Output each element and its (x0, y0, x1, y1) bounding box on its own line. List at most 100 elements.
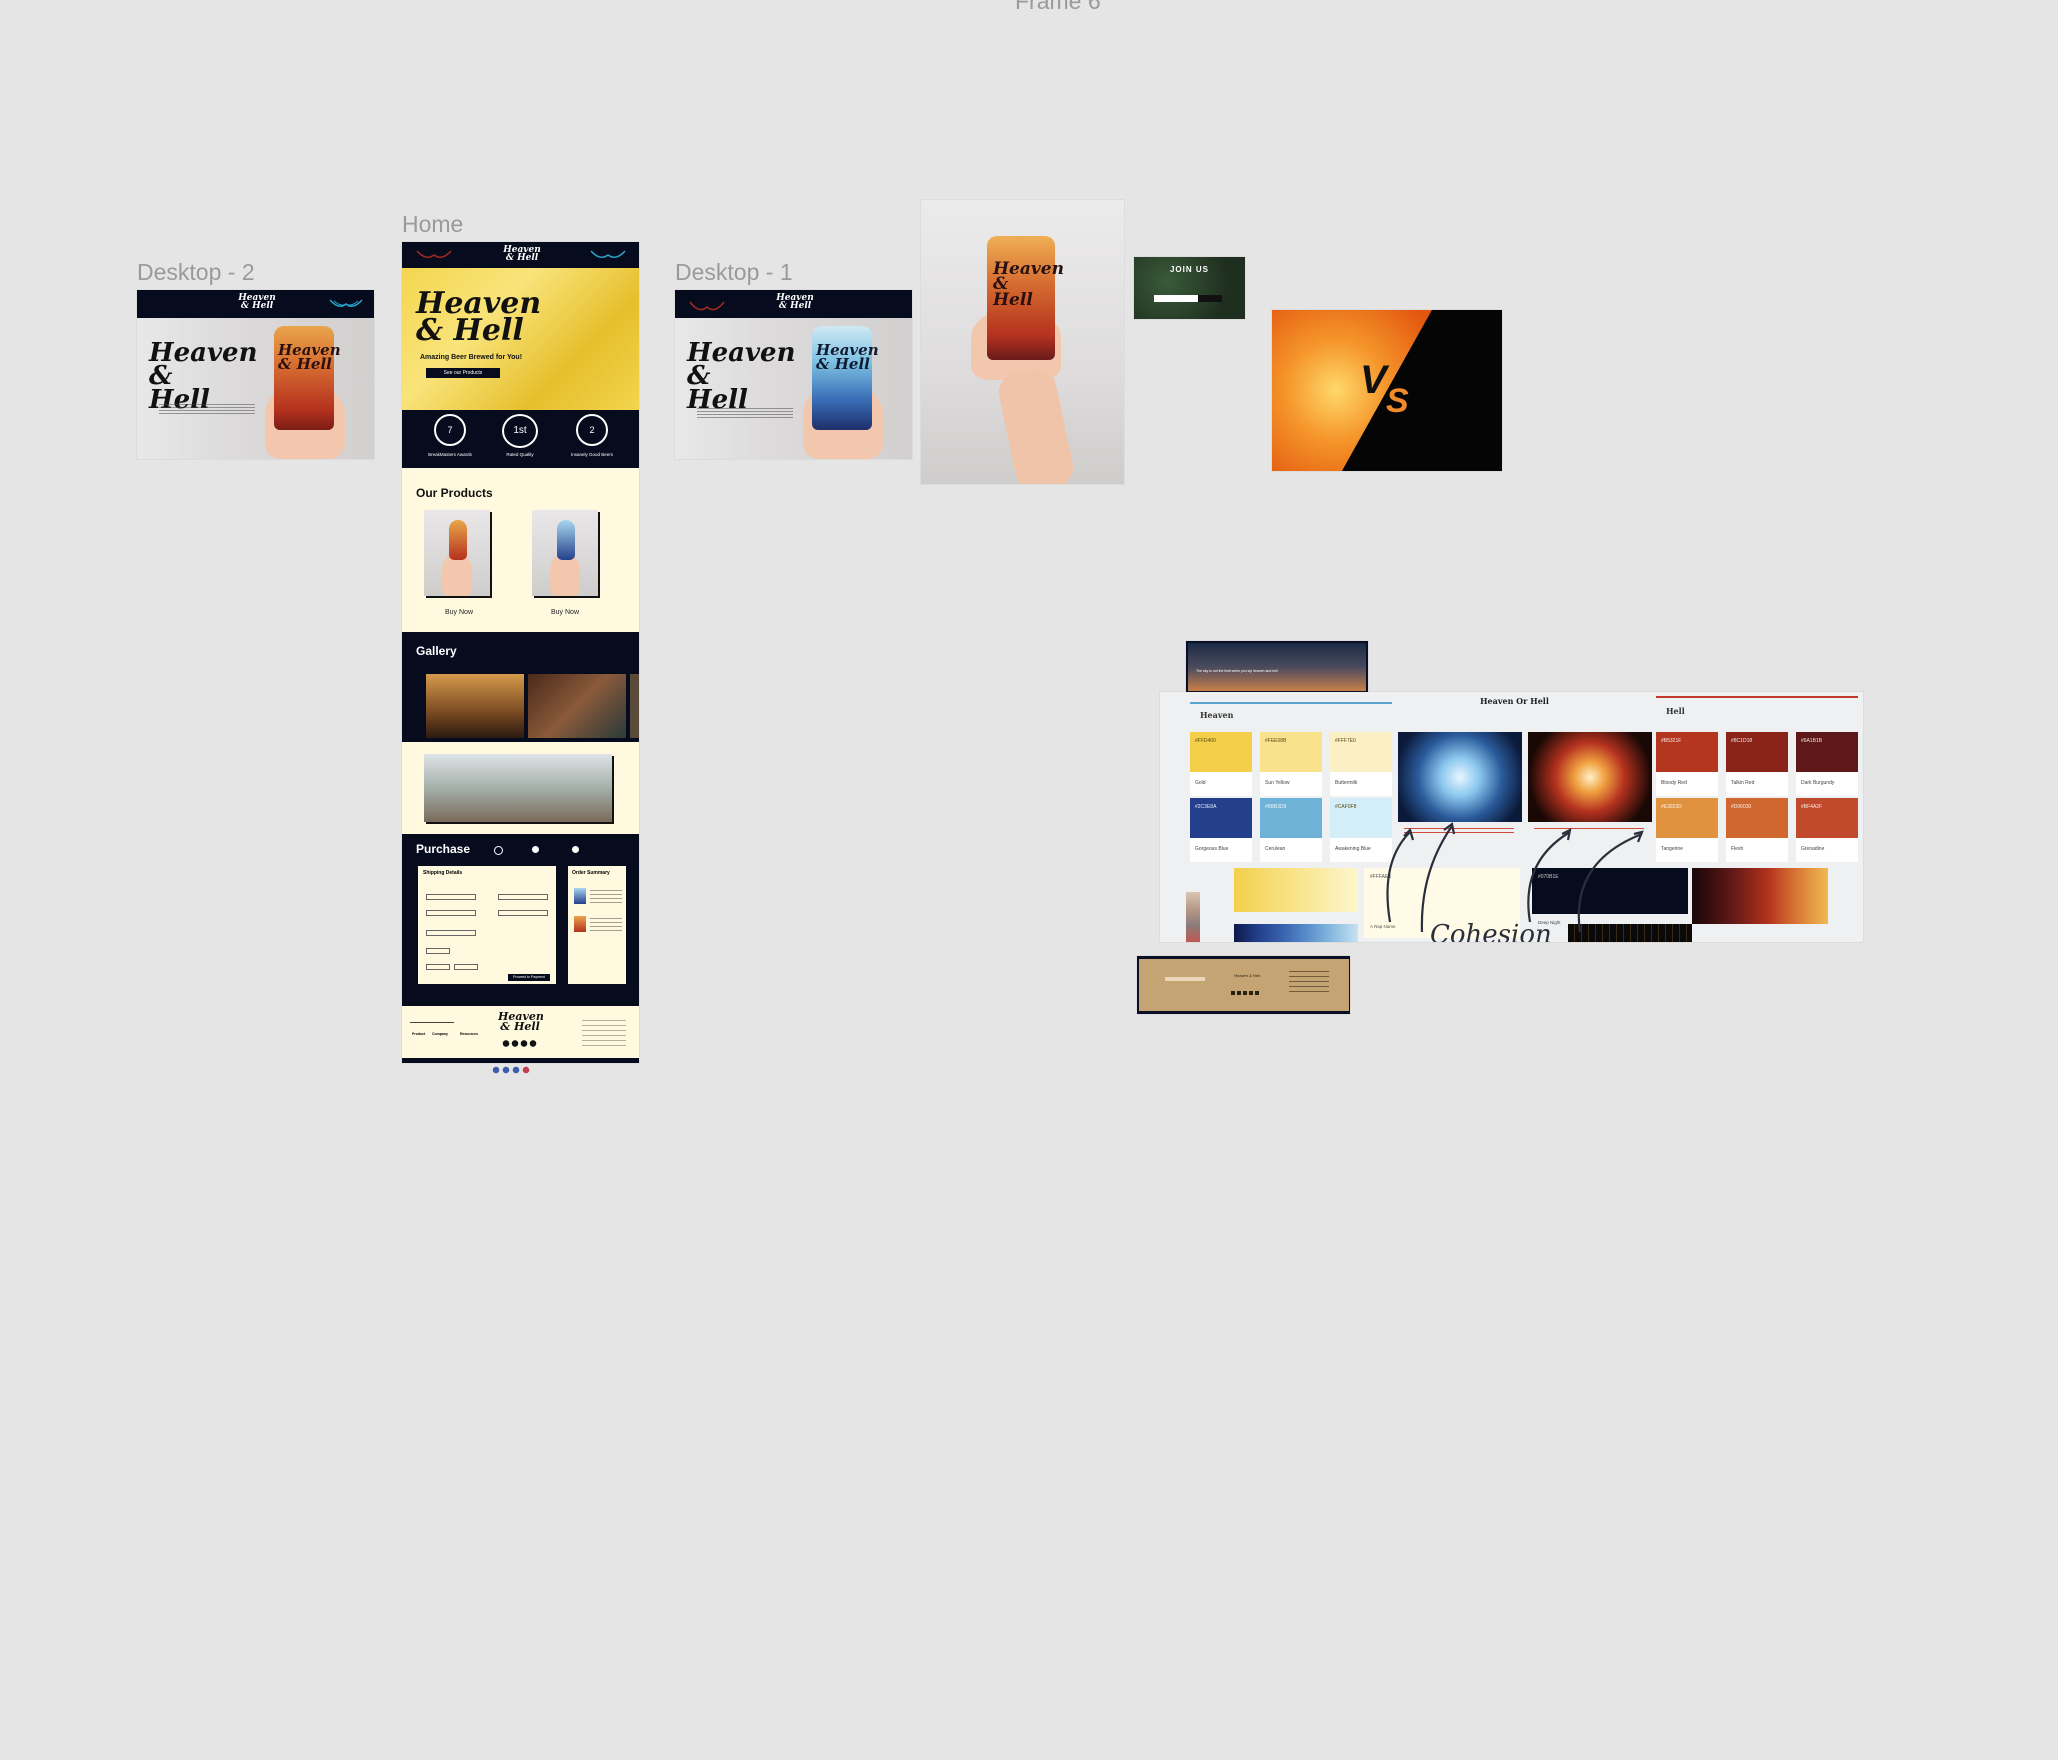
beer-can-heaven (557, 520, 575, 560)
laurel-icon: 1st (502, 414, 538, 448)
radio-option[interactable] (572, 846, 579, 853)
laurel-icon: 2 (576, 414, 608, 446)
canvas-frame-title[interactable]: Frame 6 (1015, 0, 1101, 15)
product-card[interactable] (532, 510, 598, 596)
gallery-photo-partial[interactable] (630, 674, 639, 738)
laurel-icon: 7 (434, 414, 466, 446)
city-field[interactable] (426, 948, 450, 954)
moodboard[interactable]: Heaven Or Hell Heaven Hell #FFD400 Gold #… (1160, 692, 1863, 942)
swatch-hex: #2C3E8A (1195, 804, 1217, 810)
social-icons[interactable] (502, 1040, 538, 1047)
nav-logo[interactable]: Heaven & Hell (775, 293, 815, 310)
gallery-heading: Gallery (416, 644, 457, 658)
vs-graphic[interactable]: V S (1272, 310, 1502, 471)
nav-logo[interactable]: Heaven & Hell (237, 293, 277, 310)
order-item-text (590, 890, 622, 904)
newsletter-field[interactable] (410, 1018, 454, 1023)
award-caption: BreakMasters Awards (428, 452, 472, 457)
award-2: 1st Rated Quality (490, 414, 550, 457)
footer-bar (402, 1058, 639, 1063)
frame-label-desktop-1[interactable]: Desktop - 1 (675, 259, 793, 286)
share-icons[interactable] (492, 1066, 532, 1074)
home-navbar: Heaven & Hell (402, 242, 639, 268)
product-card[interactable] (424, 510, 490, 596)
join-us-card[interactable]: JOIN US (1134, 257, 1245, 319)
state-field[interactable] (426, 964, 450, 970)
frame-desktop-1[interactable]: Heaven & Hell Heaven & Hell Heaven & Hel… (675, 290, 912, 459)
swatch-bloody-red[interactable]: #B5321F Bloody Red (1656, 732, 1718, 796)
swatch-buttermilk[interactable]: #FFF7E0 Buttermilk (1330, 732, 1392, 796)
gallery-photo-bar[interactable] (528, 674, 626, 738)
home-footer: Heaven & Hell Product Company Resources (402, 1006, 639, 1058)
join-email-input[interactable] (1154, 295, 1198, 302)
order-summary: Order Summary (568, 866, 626, 984)
footer-card[interactable]: Heaven & Hell (1137, 956, 1350, 1014)
vs-letter-s: S (1386, 382, 1409, 420)
frame-home[interactable]: Heaven & Hell Heaven & Hell Amazing Beer… (402, 242, 639, 1063)
address-field[interactable] (426, 930, 476, 936)
phone-field[interactable] (498, 910, 548, 916)
swatch-hex: #E3923D (1661, 804, 1682, 810)
airplane-banner[interactable]: The sky is not the limit when you sip he… (1186, 641, 1368, 693)
buy-now-link[interactable]: Buy Now (530, 609, 600, 616)
buy-now-link[interactable]: Buy Now (424, 609, 494, 616)
last-name-field[interactable] (426, 910, 476, 916)
radio-option[interactable] (494, 846, 503, 855)
wings-icon (329, 299, 363, 307)
swatch-sun-yellow[interactable]: #FEE08B Sun Yellow (1260, 732, 1322, 796)
beer-can-hell (449, 520, 467, 560)
frame-desktop-2[interactable]: Heaven & Hell Heaven & Hell Heaven & Hel… (137, 290, 374, 459)
frame-label-home[interactable]: Home (402, 211, 463, 238)
radio-option[interactable] (532, 846, 539, 853)
swatch-name: Gold (1195, 780, 1206, 786)
swatch-name: Tangerine (1661, 846, 1683, 852)
shipping-title: Shipping Details (423, 870, 463, 876)
join-us-title: JOIN US (1169, 265, 1209, 274)
see-products-button[interactable]: See our Products (426, 368, 500, 378)
gallery-photo-farm[interactable] (424, 754, 612, 822)
swatch-hex: #FFD400 (1195, 738, 1216, 744)
swatch-flesh[interactable]: #D06030 Flesh (1726, 798, 1788, 862)
first-name-field[interactable] (426, 894, 476, 900)
blue-tint-scale[interactable] (1234, 924, 1358, 942)
footer-card-signup[interactable] (1165, 977, 1205, 981)
footer-logo[interactable]: Heaven & Hell (498, 1011, 544, 1032)
hell-shade-scale[interactable] (1692, 868, 1828, 924)
beer-can-heaven: Heaven & Hell (812, 326, 879, 430)
swatch-gold[interactable]: #FFD400 Gold (1190, 732, 1252, 796)
proceed-to-payment-button[interactable]: Proceed to Payment (508, 974, 550, 981)
swatch-dark-burgundy[interactable]: #6A1B1B Dark Burgundy (1796, 732, 1858, 796)
airplane-caption: The sky is not the limit when you sip he… (1196, 669, 1278, 673)
vs-letter-v: V (1360, 358, 1387, 402)
contact-info (582, 1020, 626, 1046)
hero-description (697, 408, 793, 418)
hand (550, 554, 580, 596)
frame-label-desktop-2[interactable]: Desktop - 2 (137, 259, 255, 286)
footer-col-product: Product (412, 1032, 426, 1036)
image-hand-holding-can[interactable]: Heaven & Hell (921, 200, 1124, 484)
swatch-name: Cerulean (1265, 846, 1286, 852)
swatch-hex: #CAF0F8 (1335, 804, 1357, 810)
order-item-thumb (574, 888, 586, 904)
gallery-photo-cheers[interactable] (426, 674, 524, 738)
heaven-label: Heaven (1200, 710, 1234, 720)
swatch-hex: #8C1D18 (1731, 738, 1753, 744)
swatch-tangerine[interactable]: #E3923D Tangerine (1656, 798, 1718, 862)
swatch-cerulean[interactable]: #6BB3D9 Cerulean (1260, 798, 1322, 862)
swatch-gorgeous-blue[interactable]: #2C3E8A Gorgeous Blue (1190, 798, 1252, 862)
can-label: Heaven & Hell (278, 341, 341, 373)
award-3: 2 Insanely Good Beers (560, 414, 624, 457)
swatch-grenadine[interactable]: #BF4A2F Grenadine (1796, 798, 1858, 862)
swatch-talkin-red[interactable]: #8C1D18 Talkin Red (1726, 732, 1788, 796)
navbar: Heaven & Hell (675, 290, 912, 318)
swatch-hex: #B5321F (1661, 738, 1682, 744)
yellow-tint-scale[interactable] (1234, 868, 1358, 912)
zip-field[interactable] (454, 964, 478, 970)
email-field[interactable] (498, 894, 548, 900)
award-caption: Rated Quality (506, 452, 534, 457)
order-item-thumb (574, 916, 586, 932)
join-submit-button[interactable] (1198, 295, 1222, 302)
swatch-name: Grenadine (1801, 846, 1825, 852)
nav-logo[interactable]: Heaven & Hell (500, 245, 544, 262)
footer-card-rating (1231, 991, 1261, 995)
